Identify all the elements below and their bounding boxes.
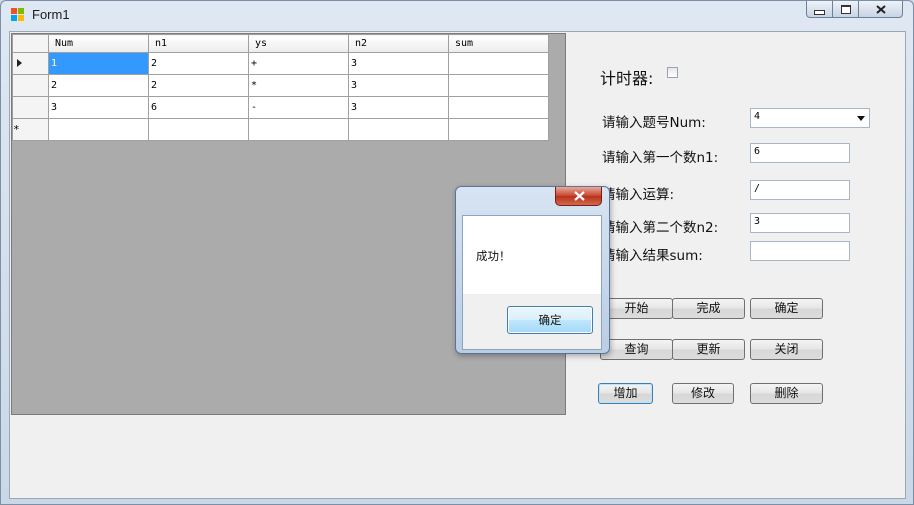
- new-row[interactable]: *: [12, 118, 549, 141]
- table-cell[interactable]: [448, 52, 549, 75]
- confirm-button[interactable]: 确定: [750, 298, 823, 319]
- query-button[interactable]: 查询: [600, 339, 673, 360]
- table-cell[interactable]: +: [248, 52, 349, 75]
- dialog-message: 成功！: [476, 249, 511, 263]
- minimize-icon: [814, 9, 825, 15]
- table-cell[interactable]: [348, 118, 449, 141]
- n1-field[interactable]: 6: [750, 143, 850, 163]
- new-row-marker: *: [12, 118, 49, 141]
- table-row[interactable]: 1 2 + 3: [12, 52, 549, 75]
- chevron-down-icon[interactable]: [857, 116, 865, 121]
- dialog-message-area: 成功！: [463, 216, 601, 294]
- table-cell[interactable]: 6: [148, 96, 249, 119]
- table-cell[interactable]: [448, 74, 549, 97]
- num-combobox[interactable]: 4: [750, 108, 870, 128]
- row-header[interactable]: [12, 96, 49, 119]
- table-row[interactable]: 2 2 * 3: [12, 74, 549, 97]
- close-icon: [875, 4, 886, 14]
- column-header-sum[interactable]: sum: [448, 34, 549, 53]
- app-icon: [11, 8, 25, 22]
- dialog-ok-button[interactable]: 确定: [507, 306, 593, 334]
- timer-checkbox[interactable]: [667, 67, 678, 78]
- window-title: Form1: [32, 7, 70, 22]
- row-header[interactable]: [12, 52, 49, 75]
- n2-field[interactable]: 3: [750, 213, 850, 233]
- table-cell[interactable]: [448, 96, 549, 119]
- minimize-button[interactable]: [806, 1, 833, 18]
- table-cell[interactable]: 1: [48, 52, 149, 75]
- close-button[interactable]: [859, 1, 903, 18]
- table-cell[interactable]: 2: [48, 74, 149, 97]
- table-cell[interactable]: 2: [148, 52, 249, 75]
- table-cell[interactable]: 3: [348, 74, 449, 97]
- table-row[interactable]: 3 6 - 3: [12, 96, 549, 119]
- current-row-arrow-icon: [17, 59, 22, 67]
- finish-button[interactable]: 完成: [672, 298, 745, 319]
- num-value: 4: [754, 111, 761, 122]
- table-cell[interactable]: [448, 118, 549, 141]
- sum-field[interactable]: [750, 241, 850, 261]
- close-icon: [574, 191, 585, 201]
- close-form-button[interactable]: 关闭: [750, 339, 823, 360]
- sum-label: 请输入结果sum:: [602, 248, 703, 264]
- update-button[interactable]: 更新: [672, 339, 745, 360]
- maximize-button[interactable]: [833, 1, 859, 18]
- modify-button[interactable]: 修改: [672, 383, 734, 404]
- maximize-icon: [840, 4, 851, 14]
- table-cell[interactable]: 3: [48, 96, 149, 119]
- table-cell[interactable]: [48, 118, 149, 141]
- delete-button[interactable]: 删除: [750, 383, 823, 404]
- table-cell[interactable]: [248, 118, 349, 141]
- column-header-n2[interactable]: n2: [348, 34, 449, 53]
- start-button[interactable]: 开始: [600, 298, 673, 319]
- column-header-num[interactable]: Num: [48, 34, 149, 53]
- message-dialog[interactable]: 成功！ 确定: [455, 186, 610, 354]
- column-header-ys[interactable]: ys: [248, 34, 349, 53]
- table-cell[interactable]: -: [248, 96, 349, 119]
- add-button[interactable]: 增加: [598, 383, 653, 404]
- dialog-close-button[interactable]: [555, 187, 602, 206]
- table-cell[interactable]: *: [248, 74, 349, 97]
- timer-label: 计时器:: [600, 69, 654, 88]
- row-header[interactable]: [12, 74, 49, 97]
- table-cell[interactable]: 3: [348, 52, 449, 75]
- op-field[interactable]: /: [750, 180, 850, 200]
- title-bar[interactable]: Form1: [1, 1, 913, 29]
- dialog-body: 成功！ 确定: [462, 215, 602, 350]
- column-header-n1[interactable]: n1: [148, 34, 249, 53]
- op-label: 请输入运算:: [602, 187, 675, 203]
- table-cell[interactable]: 2: [148, 74, 249, 97]
- n2-label: 请输入第二个数n2:: [602, 220, 719, 236]
- table-cell[interactable]: [148, 118, 249, 141]
- table-cell[interactable]: 3: [348, 96, 449, 119]
- grid-corner[interactable]: [12, 34, 49, 53]
- n1-label: 请输入第一个数n1:: [602, 150, 719, 166]
- num-label: 请输入题号Num:: [602, 115, 706, 131]
